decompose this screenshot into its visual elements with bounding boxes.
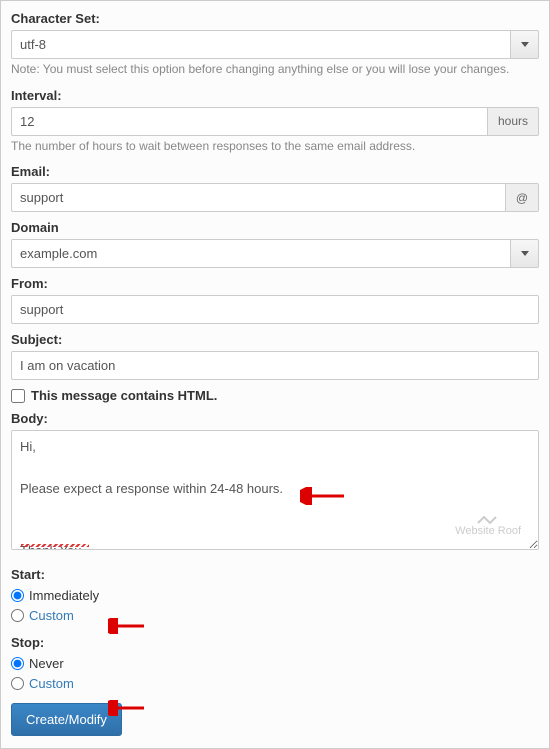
stop-option-1[interactable]: Custom	[29, 674, 74, 694]
chevron-down-icon	[521, 42, 529, 47]
start-immediately-radio[interactable]	[11, 589, 24, 602]
interval-label: Interval:	[11, 88, 539, 103]
from-label: From:	[11, 276, 539, 291]
charset-value: utf-8	[11, 30, 511, 59]
caret-button[interactable]	[511, 239, 539, 268]
subject-label: Subject:	[11, 332, 539, 347]
start-option-1[interactable]: Custom	[29, 606, 74, 626]
charset-note: Note: You must select this option before…	[11, 62, 539, 78]
from-input[interactable]	[11, 295, 539, 324]
email-input[interactable]	[11, 183, 506, 212]
charset-label: Character Set:	[11, 11, 539, 26]
interval-input[interactable]	[11, 107, 488, 136]
autoresponder-form: Character Set: utf-8 Note: You must sele…	[0, 0, 550, 749]
stop-never-radio[interactable]	[11, 657, 24, 670]
domain-select[interactable]: example.com	[11, 239, 539, 268]
stop-radio-group: Never Custom	[11, 654, 539, 693]
stop-custom-radio[interactable]	[11, 677, 24, 690]
email-at-addon: @	[506, 183, 539, 212]
stop-option-0: Never	[29, 654, 64, 674]
interval-unit: hours	[488, 107, 539, 136]
stop-label: Stop:	[11, 635, 539, 650]
body-textarea[interactable]	[11, 430, 539, 550]
interval-help: The number of hours to wait between resp…	[11, 139, 539, 155]
chevron-down-icon	[521, 251, 529, 256]
domain-value: example.com	[11, 239, 511, 268]
charset-select[interactable]: utf-8	[11, 30, 539, 59]
caret-button[interactable]	[511, 30, 539, 59]
start-label: Start:	[11, 567, 539, 582]
start-custom-radio[interactable]	[11, 609, 24, 622]
body-label: Body:	[11, 411, 539, 426]
start-radio-group: Immediately Custom	[11, 586, 539, 625]
html-checkbox[interactable]	[11, 389, 25, 403]
create-modify-button[interactable]: Create/Modify	[11, 703, 122, 736]
start-option-0: Immediately	[29, 586, 99, 606]
email-label: Email:	[11, 164, 539, 179]
domain-label: Domain	[11, 220, 539, 235]
subject-input[interactable]	[11, 351, 539, 380]
html-checkbox-label: This message contains HTML.	[31, 388, 217, 403]
